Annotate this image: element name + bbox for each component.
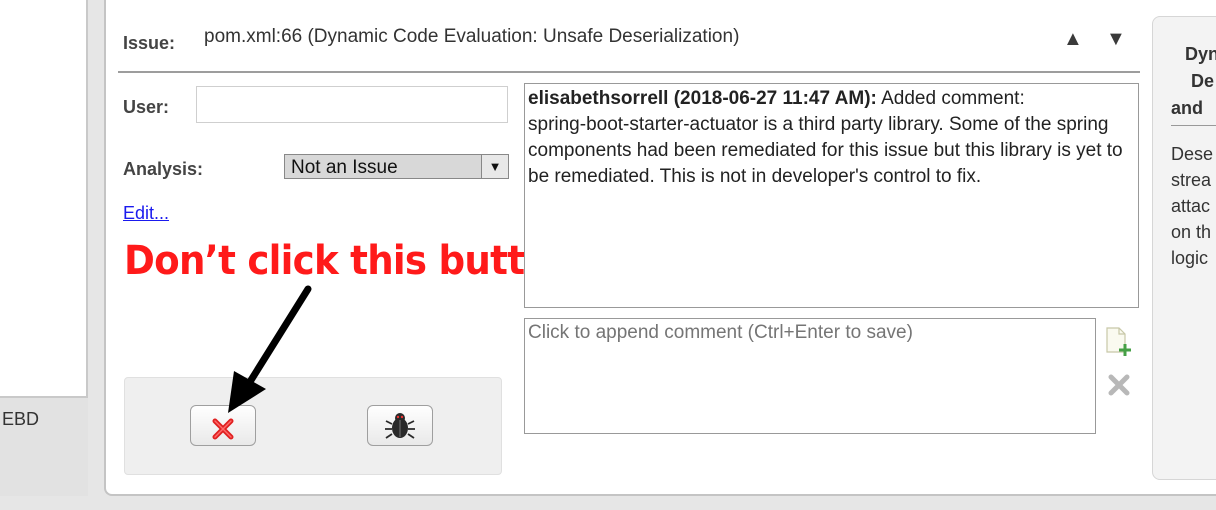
description-title-line: De [1191,71,1215,91]
description-title: Dyn De and [1171,41,1216,122]
analysis-selected-value: Not an Issue [291,157,398,178]
user-input[interactable] [196,86,508,123]
dropdown-arrow-icon[interactable]: ▼ [481,155,508,178]
issue-divider [118,71,1140,73]
previous-issue-icon[interactable]: ▲ [1063,28,1085,50]
left-panel-label: EBD [2,409,40,429]
description-body-line: attac [1171,196,1211,216]
submit-bug-button[interactable] [367,405,433,446]
description-divider [1171,125,1216,126]
comment-author: elisabethsorrell (2018-06-27 11:47 AM): [528,88,877,109]
comment-action: Added comment: [881,88,1025,109]
description-title-line: Dyn [1185,44,1216,64]
left-panel-list[interactable] [0,0,88,398]
issue-label: Issue: [123,33,176,53]
comment-history[interactable]: elisabethsorrell (2018-06-27 11:47 AM): … [524,83,1139,308]
bug-icon [385,413,415,439]
comment-text: spring-boot-starter-actuator is a third … [528,114,1123,187]
issue-description-panel: Dyn De and Dese strea attac on th logic [1152,16,1216,480]
description-title-line: and [1171,98,1204,118]
comment-input[interactable] [524,318,1096,434]
analysis-label: Analysis: [123,159,204,179]
analysis-select[interactable]: Not an Issue ▼ [284,154,509,179]
clear-comment-icon[interactable] [1106,372,1132,398]
pointer-arrow-icon [228,285,312,413]
user-label: User: [123,97,170,117]
description-body-line: strea [1171,170,1212,190]
description-body: Dese strea attac on th logic [1171,141,1216,271]
description-body-line: Dese [1171,144,1214,164]
issue-title: pom.xml:66 (Dynamic Code Evaluation: Uns… [204,26,740,47]
add-comment-icon[interactable] [1104,326,1134,358]
description-body-line: logic [1171,248,1209,268]
description-body-line: on th [1171,222,1212,242]
edit-link[interactable]: Edit... [123,203,169,224]
next-issue-icon[interactable]: ▼ [1106,28,1128,50]
